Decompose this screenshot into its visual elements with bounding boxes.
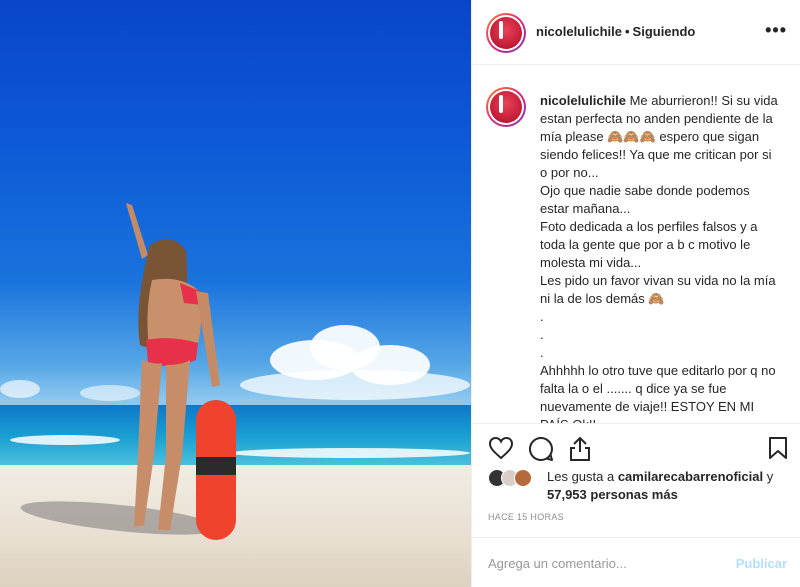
comment-input[interactable]: Agrega un comentario... — [488, 556, 627, 571]
header-text: nicolelulichile • Siguiendo — [536, 24, 695, 39]
wave-foam — [230, 448, 470, 458]
share-icon[interactable] — [568, 436, 592, 462]
heart-icon[interactable] — [488, 436, 514, 460]
caption: nicolelulichile Me aburrieron!! Si su vi… — [540, 92, 780, 423]
likes-prefix: Les gusta a — [547, 469, 618, 484]
person-figure — [126, 203, 236, 540]
bookmark-icon[interactable] — [768, 436, 788, 460]
separator-dot: • — [624, 24, 630, 39]
caption-username[interactable]: nicolelulichile — [540, 93, 626, 108]
likes-middle: y — [763, 469, 774, 484]
comment-box: Agrega un comentario... Publicar — [472, 537, 800, 587]
avatar-image — [490, 91, 522, 123]
likes-count-link[interactable]: 57,953 personas más — [547, 487, 678, 502]
cloud — [240, 370, 470, 400]
more-icon[interactable]: ••• — [765, 20, 787, 41]
caption-avatar[interactable] — [486, 87, 526, 127]
post-photo[interactable] — [0, 0, 471, 587]
cloud — [0, 380, 40, 398]
follow-button[interactable]: Siguiendo — [633, 24, 696, 39]
action-bar — [472, 423, 800, 473]
avatar-image — [490, 17, 522, 49]
comment-icon[interactable] — [528, 436, 554, 462]
likes-text: Les gusta a camilarecabarrenoficial y 57… — [547, 468, 787, 504]
post-timestamp[interactable]: HACE 15 HORAS — [488, 512, 564, 522]
post-panel: nicolelulichile • Siguiendo ••• nicoleluli… — [471, 0, 800, 587]
post-header: nicolelulichile • Siguiendo ••• — [472, 0, 800, 65]
caption-body: Me aburrieron!! Si su vida estan perfect… — [540, 93, 778, 423]
username-link[interactable]: nicolelulichile — [536, 24, 622, 39]
caption-area: nicolelulichile Me aburrieron!! Si su vi… — [472, 65, 800, 423]
wave-foam — [10, 435, 120, 445]
first-liker-link[interactable]: camilarecabarrenoficial — [618, 469, 763, 484]
avatar[interactable] — [486, 13, 526, 53]
publish-button[interactable]: Publicar — [736, 556, 787, 571]
liker-avatar[interactable] — [514, 469, 532, 487]
